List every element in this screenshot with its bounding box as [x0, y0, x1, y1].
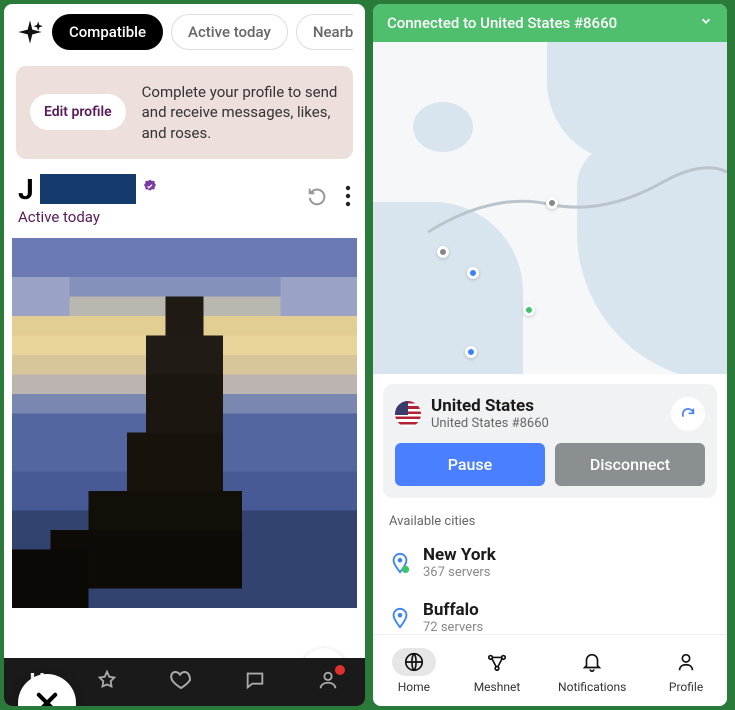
profile-completion-banner: Edit profile Complete your profile to se… [16, 66, 353, 159]
tab-compatible[interactable]: Compatible [52, 14, 163, 50]
more-menu-icon[interactable] [345, 185, 351, 212]
undo-icon[interactable] [307, 185, 329, 212]
nav-profile[interactable]: Profile [664, 648, 708, 694]
tab-nearby[interactable]: Nearby [296, 14, 353, 50]
nav-home[interactable]: Home [392, 648, 436, 694]
banner-text: Complete your profile to send and receiv… [142, 82, 339, 143]
globe-icon [403, 651, 425, 673]
nav-standouts[interactable] [96, 669, 118, 696]
city-row-new-york[interactable]: New York 367 servers [373, 535, 727, 590]
nav-notifications[interactable]: Notifications [558, 648, 626, 694]
vpn-app-screen: Connected to United States #8660 United … [373, 4, 727, 706]
heart-outline-icon [169, 668, 193, 692]
connection-card: United States United States #8660 Pause … [383, 384, 717, 498]
top-bar: Compatible Active today Nearby [4, 4, 365, 58]
star-icon [96, 669, 118, 691]
nav-meshnet[interactable]: Meshnet [474, 648, 521, 694]
nav-likes[interactable] [169, 668, 193, 697]
server-map[interactable] [373, 42, 727, 374]
redacted-name [40, 174, 136, 204]
dating-app-screen: Compatible Active today Nearby Edit prof… [4, 4, 365, 706]
server-id: United States #8660 [431, 416, 549, 431]
refresh-icon [680, 406, 696, 422]
profile-header: J Active today [4, 167, 365, 234]
x-icon [33, 689, 61, 706]
nav-messages[interactable] [244, 669, 266, 696]
city-server-count: 367 servers [423, 565, 496, 580]
profile-photo[interactable] [12, 238, 357, 706]
city-name: New York [423, 545, 496, 565]
location-pin-icon [389, 552, 411, 574]
us-flag-icon [395, 401, 421, 427]
disconnect-button[interactable]: Disconnect [555, 443, 705, 486]
bottom-nav: Home Meshnet Notifications Profile [373, 634, 727, 706]
connection-status-text: Connected to United States #8660 [387, 14, 617, 32]
nav-label: Meshnet [474, 680, 521, 694]
map-server-dot[interactable] [465, 346, 477, 358]
location-pin-icon [389, 607, 411, 629]
available-cities-heading: Available cities [373, 508, 727, 535]
map-connected-dot[interactable] [523, 304, 535, 316]
activity-status: Active today [18, 208, 158, 226]
map-server-dot[interactable] [546, 197, 558, 209]
nav-profile[interactable] [317, 669, 339, 696]
map-server-dot[interactable] [437, 246, 449, 258]
meshnet-icon [486, 651, 508, 673]
profile-name-row: J [18, 173, 158, 206]
sparkle-icon[interactable] [16, 18, 44, 46]
filter-tabs: Compatible Active today Nearby [52, 14, 353, 50]
tab-active-today[interactable]: Active today [171, 14, 288, 50]
map-server-dot[interactable] [467, 267, 479, 279]
edit-profile-button[interactable]: Edit profile [30, 94, 126, 130]
refresh-button[interactable] [671, 397, 705, 431]
pause-button[interactable]: Pause [395, 443, 545, 486]
nav-label: Profile [669, 680, 703, 694]
country-name: United States [431, 396, 549, 416]
person-icon [675, 651, 697, 673]
verified-badge-icon [142, 179, 158, 199]
chevron-down-icon [699, 14, 713, 32]
pixelated-image [12, 238, 357, 608]
profile-actions [307, 173, 351, 212]
connection-banner[interactable]: Connected to United States #8660 [373, 4, 727, 42]
profile-initial: J [18, 173, 34, 206]
nav-label: Home [398, 680, 430, 694]
nav-label: Notifications [558, 680, 626, 694]
city-server-count: 72 servers [423, 620, 483, 635]
city-name: Buffalo [423, 600, 483, 620]
chat-icon [244, 669, 266, 691]
bell-icon [581, 651, 603, 673]
notification-badge [335, 665, 345, 675]
